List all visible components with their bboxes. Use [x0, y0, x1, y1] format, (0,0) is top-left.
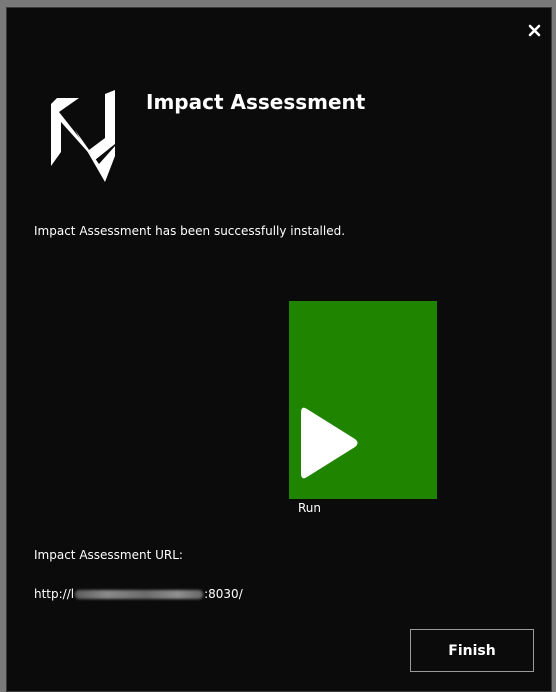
- install-success-message: Impact Assessment has been successfully …: [34, 224, 346, 238]
- url-label: Impact Assessment URL:: [34, 548, 183, 562]
- play-icon: [301, 407, 358, 479]
- redacted-hostname: [75, 589, 204, 599]
- app-logo-icon: [49, 90, 119, 182]
- url-value: http://l :8030/: [34, 587, 243, 601]
- close-icon[interactable]: [527, 23, 543, 39]
- run-label[interactable]: Run: [298, 501, 321, 515]
- url-suffix: :8030/: [204, 587, 243, 601]
- run-button[interactable]: [289, 301, 437, 499]
- installer-window: Impact Assessment Impact Assessment has …: [6, 7, 552, 692]
- page-title: Impact Assessment: [146, 90, 366, 114]
- url-prefix: http://l: [34, 587, 75, 601]
- finish-button[interactable]: Finish: [410, 629, 534, 672]
